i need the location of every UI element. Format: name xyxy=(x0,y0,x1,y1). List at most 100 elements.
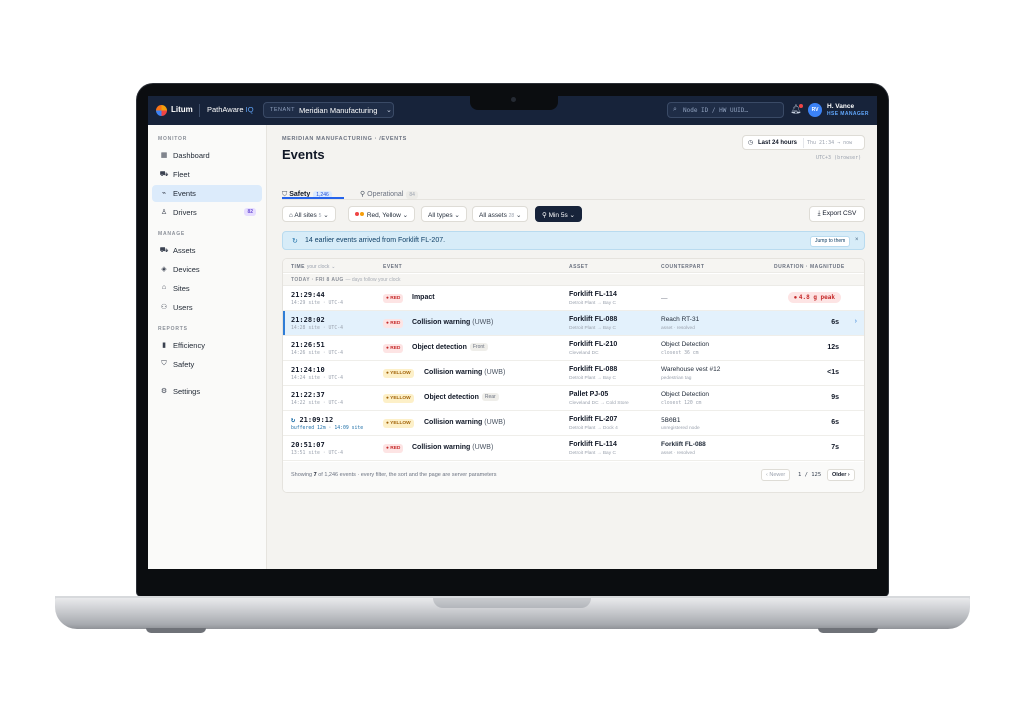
event-time: 21:22:37 xyxy=(291,391,325,399)
timezone-label: UTC+3 (browser) xyxy=(816,155,862,161)
severity-filter[interactable]: Red, Yellow ⌄ xyxy=(348,206,416,222)
sort-icon: ⌄ xyxy=(331,264,336,270)
laptop-foot-left xyxy=(146,628,206,633)
older-button[interactable]: Older › xyxy=(827,469,855,481)
chevron-down-icon: ⌄ xyxy=(516,212,522,219)
counterpart: — xyxy=(661,295,668,302)
event-qualifier: (UWB) xyxy=(484,369,506,376)
gear-icon: ⚙ xyxy=(160,388,168,395)
asset-name[interactable]: Forklift FL-088 xyxy=(569,366,617,373)
magnitude-badge: ● 4.8 g peak xyxy=(787,292,841,303)
page-indicator: 1 / 125 xyxy=(798,472,822,478)
forklift-icon: ⛟ xyxy=(159,247,169,254)
asset-name[interactable]: Forklift FL-207 xyxy=(569,416,617,423)
table-row[interactable]: 21:24:10 14:24 site · UTC-4 ● YELLOW Col… xyxy=(283,361,864,386)
site-time: 13:51 site · UTC-4 xyxy=(291,451,343,456)
column-time[interactable]: TIME your clock ⌄ xyxy=(291,264,335,270)
asset-route: Detroit Plant → Bay C xyxy=(569,376,616,381)
event-qualifier: (UWB) xyxy=(472,319,494,326)
counterpart-detail: unregistered node xyxy=(661,426,700,431)
home-icon: ⌂ xyxy=(161,284,167,291)
event-type: Collision warning (UWB) xyxy=(412,319,493,326)
sidebar-item-assets[interactable]: ⛟ Assets xyxy=(152,242,262,259)
litum-logo-icon[interactable] xyxy=(156,105,167,116)
asset-route: Detroit Plant → Dock 4 xyxy=(569,426,618,431)
severity-badge: ● YELLOW xyxy=(383,394,414,403)
red-dot-icon xyxy=(355,212,359,216)
filter-icon: ⚲ xyxy=(360,191,366,198)
sidebar-item-fleet[interactable]: ⛟ Fleet xyxy=(152,166,262,183)
divider xyxy=(803,138,804,148)
asset-name[interactable]: Forklift FL-114 xyxy=(569,291,617,298)
sidebar: MONITOR ▦ Dashboard ⛟ Fleet ⌁ Events ♙ D… xyxy=(148,125,267,569)
sidebar-item-devices[interactable]: ◈ Devices xyxy=(152,261,262,278)
chevron-right-icon[interactable]: › xyxy=(855,318,857,325)
layers-icon: ◈ xyxy=(161,266,167,273)
divider xyxy=(199,104,200,117)
avatar[interactable]: RV xyxy=(808,103,822,117)
table-row[interactable]: 20:51:07 13:51 site · UTC-4 ● RED Collis… xyxy=(283,436,864,461)
sidebar-item-settings[interactable]: ⚙ Settings xyxy=(152,383,262,400)
duration: 6s xyxy=(831,419,839,426)
asset-name[interactable]: Forklift FL-114 xyxy=(569,441,617,448)
table-row[interactable]: 21:26:51 14:26 site · UTC-4 ● RED Object… xyxy=(283,336,864,361)
assets-filter[interactable]: All assets 28 ⌄ xyxy=(472,206,529,222)
min-duration-filter[interactable]: ⚲ Min 5s ⌄ xyxy=(535,206,582,222)
table-row[interactable]: 21:28:02 14:28 site · UTC-4 ● RED Collis… xyxy=(283,311,864,336)
export-csv-button[interactable]: ⤓ Export CSV xyxy=(809,206,865,222)
home-icon: ⌂ xyxy=(289,212,293,219)
sidebar-item-label: Events xyxy=(173,189,196,198)
table-row[interactable]: 21:29:44 14:29 site · UTC-4 ● RED Impact… xyxy=(283,286,864,311)
types-filter[interactable]: All types ⌄ xyxy=(421,206,467,222)
table-row[interactable]: ↻ 21:09:12 buffered 12m · 14:09 site ● Y… xyxy=(283,411,864,436)
sidebar-item-label: Users xyxy=(173,303,193,312)
sidebar-item-label: Drivers xyxy=(173,208,197,217)
sites-filter[interactable]: ⌂ All sites 5 ⌄ xyxy=(282,206,336,222)
sidebar-item-drivers[interactable]: ♙ Drivers 82 xyxy=(152,204,262,221)
sidebar-item-efficiency[interactable]: ▮ Efficiency xyxy=(152,337,262,354)
shield-icon: ⛉ xyxy=(161,360,167,367)
counterpart: 5B0B1 xyxy=(661,416,681,424)
sidebar-item-sites[interactable]: ⌂ Sites xyxy=(152,280,262,297)
banner-text: 14 earlier events arrived from Forklift … xyxy=(305,237,446,244)
event-type: Object detection Front xyxy=(412,343,488,351)
table-row[interactable]: 21:22:37 14:22 site · UTC-4 ● YELLOW Obj… xyxy=(283,386,864,411)
results-summary: Showing 7 of 1,246 events · every filter… xyxy=(291,472,496,478)
duration: <1s xyxy=(827,369,839,376)
node-search[interactable]: ⌕ xyxy=(667,102,784,118)
chevron-down-icon: ⌄ xyxy=(402,212,409,219)
asset-route: Cleveland DC → Cold Store xyxy=(569,401,629,406)
user-name[interactable]: H. Vance xyxy=(827,103,854,110)
site-time: buffered 12m · 14:09 site xyxy=(291,426,364,431)
close-icon[interactable]: × xyxy=(855,237,859,243)
tenant-value: Meridian Manufacturing xyxy=(299,106,378,115)
forklift-icon: ⛟ xyxy=(159,171,169,178)
sidebar-item-safety[interactable]: ⛉ Safety xyxy=(152,356,262,373)
event-time: 21:24:10 xyxy=(291,366,325,374)
clock-icon: ◷ xyxy=(748,140,754,146)
duration: 6s xyxy=(831,319,839,326)
direction-tag: Rear xyxy=(481,393,499,401)
search-input[interactable] xyxy=(683,105,781,116)
newer-button[interactable]: ‹ Newer xyxy=(761,469,791,481)
asset-name[interactable]: Forklift FL-088 xyxy=(569,316,617,323)
duration: 7s xyxy=(831,444,839,451)
notification-dot xyxy=(799,104,803,108)
severity-label: YELLOW xyxy=(390,371,411,376)
tab-safety[interactable]: ⛉ Safety 1,246 xyxy=(282,183,332,199)
chip-label: Red, Yellow xyxy=(366,212,401,219)
asset-name[interactable]: Pallet PJ-05 xyxy=(569,391,608,398)
jump-to-them-button[interactable]: Jump to them xyxy=(810,236,851,247)
event-time-value: 21:09:12 xyxy=(299,416,334,424)
asset-name[interactable]: Forklift FL-210 xyxy=(569,341,617,348)
refresh-icon: ↻ xyxy=(291,416,296,424)
time-range-selector[interactable]: ◷ Last 24 hours Thu 21:34 → now xyxy=(742,135,865,150)
counterpart[interactable]: Forklift FL-088 xyxy=(661,441,706,448)
sidebar-item-users[interactable]: ⚇ Users xyxy=(152,299,262,316)
sidebar-item-events[interactable]: ⌁ Events xyxy=(152,185,262,202)
tenant-selector[interactable]: TENANT Meridian Manufacturing ⌄ xyxy=(263,102,394,118)
sidebar-item-dashboard[interactable]: ▦ Dashboard xyxy=(152,147,262,164)
tab-operational[interactable]: ⚲ Operational 84 xyxy=(360,183,418,199)
button-label: Export CSV xyxy=(822,210,857,217)
event-type: Impact xyxy=(412,294,435,301)
